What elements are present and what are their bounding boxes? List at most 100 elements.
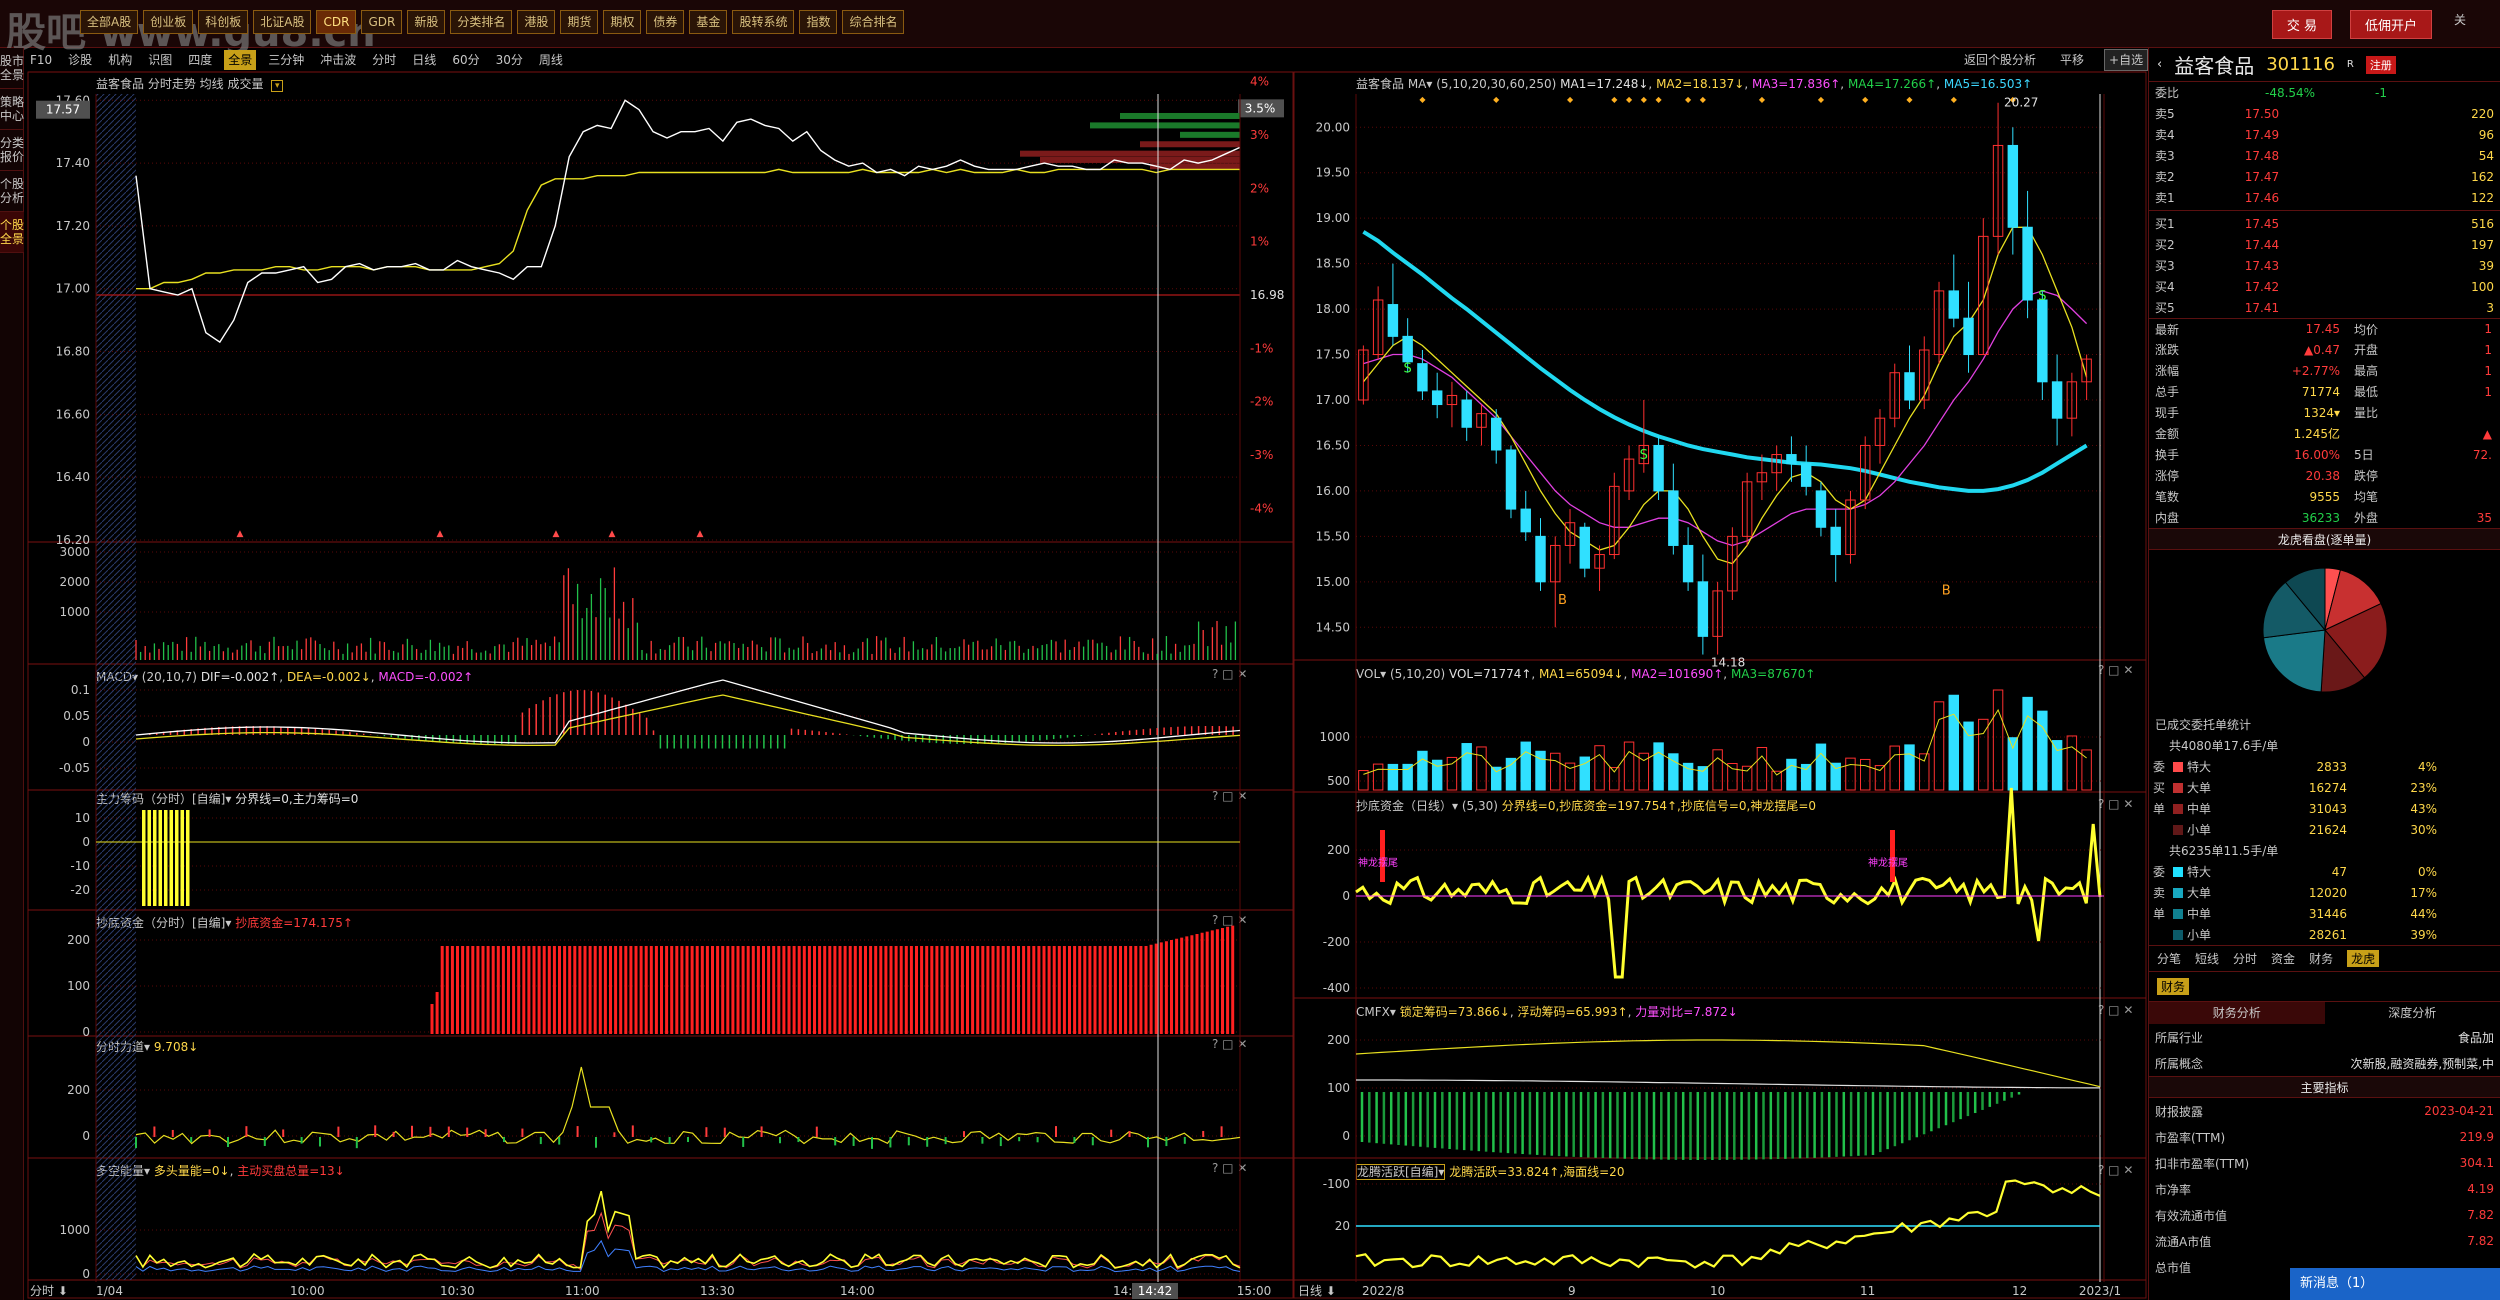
metric-value: 7.82 — [2467, 1234, 2494, 1248]
metric-row: 流通A市值 7.82 — [2149, 1228, 2500, 1254]
signal-bar — [1890, 830, 1895, 882]
signal-tag-label: 神龙摆尾 — [1868, 856, 1908, 869]
order-row[interactable]: 买1 17.45 516 — [2149, 213, 2500, 234]
prev-close-label: 16.98 — [1250, 288, 1284, 302]
chaodi-tick-label: 0 — [82, 1025, 90, 1039]
finance-tab[interactable]: 财务 — [2157, 978, 2190, 995]
order-row[interactable]: 卖3 17.48 54 — [2149, 145, 2500, 166]
stat-row: 涨幅 +2.77% 最高 1 — [2149, 360, 2500, 381]
daily-volume-bar — [1978, 718, 1989, 791]
candle-tick-label: 15.00 — [1316, 575, 1350, 589]
quote-stats: 最新 17.45 均价 1 涨跌 ▲0.47 开盘 1 涨幅 +2.77% 最高 1 总手 71774 最低… — [2149, 318, 2500, 528]
high-price-label: 20.27 — [2004, 96, 2038, 110]
chaodid-tick-label: -200 — [1323, 935, 1350, 949]
y-tick-label: 17.40 — [56, 156, 90, 170]
daily-volume-bar — [1786, 758, 1797, 791]
candle-body — [1963, 317, 1974, 356]
breakdown-pct: 39% — [2410, 927, 2437, 942]
stat-label: 总手 — [2155, 385, 2180, 399]
breakdown-pct: 30% — [2410, 822, 2437, 837]
chaodi-tick-label: 100 — [67, 979, 90, 993]
breakdown-type: 中单 — [2187, 802, 2212, 816]
back-arrow-icon[interactable]: ‹ — [2157, 57, 2162, 72]
breakdown-row: 单 中单 31446 44% — [2149, 903, 2500, 924]
panel-tab[interactable]: 财务 — [2309, 950, 2333, 967]
legend-swatch-icon — [2173, 908, 2183, 919]
pct-tick-label: -2% — [1250, 395, 1273, 409]
candle-tick-label: 20.00 — [1316, 120, 1350, 134]
trading-terminal: 股吧 www.gu8.cn 全部A股创业板科创板北证A股CDRGDR新股分类排名… — [0, 0, 2500, 1300]
panel-controls-icon: ? □ ✕ — [1212, 789, 1247, 803]
panel-controls-icon: ? □ ✕ — [2098, 1163, 2133, 1177]
panel-tab[interactable]: 分笔 — [2157, 950, 2181, 967]
candle-tick-label: 19.00 — [1316, 211, 1350, 225]
open-account-button[interactable]: 低佣开户 — [2349, 10, 2432, 39]
panel-tab[interactable]: 短线 — [2195, 950, 2219, 967]
panel-tab[interactable]: 分时 — [2233, 950, 2257, 967]
breakdown-count: 28261 — [2308, 927, 2347, 942]
stat-label: 笔数 — [2155, 490, 2180, 504]
metric-row: 有效流通市值 7.82 — [2149, 1202, 2500, 1228]
registration-badge: 注册 — [2365, 55, 2396, 74]
daily-volume-bar — [1904, 744, 1915, 791]
signal-diamond-icon: ◆ — [1818, 95, 1825, 104]
order-level: 买4 — [2155, 280, 2175, 294]
candle-tick-label: 17.50 — [1316, 348, 1350, 362]
breakdown-row: 委 特大 2833 4% — [2149, 756, 2500, 777]
signal-diamond-icon: ◆ — [1641, 95, 1648, 104]
breakdown-side: 卖 — [2153, 886, 2166, 900]
close-link[interactable]: 关 — [2450, 10, 2470, 39]
daily-volume-bar — [1992, 689, 2004, 791]
order-row[interactable]: 卖1 17.46 122 — [2149, 187, 2500, 208]
breakdown-count: 16274 — [2308, 780, 2347, 795]
metric-row: 扣非市盈率(TTM) 304.1 — [2149, 1150, 2500, 1176]
finance-subtabs: 财务分析 深度分析 — [2149, 1001, 2500, 1024]
stat-label: 涨停 — [2155, 469, 2180, 483]
stat-value-2: 1 — [2484, 342, 2492, 357]
signal-diamond-icon: ◆ — [1493, 95, 1500, 104]
stat-value-2: 1 — [2484, 322, 2492, 336]
order-row[interactable]: 卖4 17.49 96 — [2149, 124, 2500, 145]
metric-label: 财报披露 — [2155, 1104, 2204, 1119]
volp-tick-label: 500 — [1327, 774, 1350, 788]
legend-swatch-icon — [2173, 803, 2183, 814]
panel-controls-icon: ? □ ✕ — [2098, 1003, 2133, 1017]
candle-x-label: 9 — [1568, 1284, 1576, 1298]
trade-button[interactable]: 交 易 — [2271, 10, 2332, 39]
order-price: 17.41 — [2244, 300, 2280, 315]
order-row[interactable]: 买3 17.43 39 — [2149, 255, 2500, 276]
stat-row: 最新 17.45 均价 1 — [2149, 318, 2500, 339]
order-volume: 220 — [2471, 106, 2494, 121]
stat-label-2: 外盘 — [2354, 511, 2379, 525]
new-message-button[interactable]: 新消息（1） — [2290, 1268, 2500, 1300]
breakdown-pct: 0% — [2417, 864, 2437, 879]
order-row[interactable]: 买5 17.41 3 — [2149, 297, 2500, 318]
candle-body — [1653, 444, 1664, 492]
fenshi-line — [135, 1066, 1241, 1145]
stock-suffix: R — [2346, 59, 2354, 70]
panel-tab[interactable]: 龙虎 — [2347, 950, 2380, 967]
chaodid-tick-label: 200 — [1327, 843, 1350, 857]
volp-tick-label: 1000 — [1319, 730, 1350, 744]
order-row[interactable]: 买2 17.44 197 — [2149, 234, 2500, 255]
deep-analysis-tab[interactable]: 深度分析 — [2325, 1002, 2500, 1024]
daily-volume-bar — [2051, 740, 2063, 791]
panel-tab[interactable]: 资金 — [2271, 950, 2295, 967]
lhk-header: 龙虎看盘(逐单量) — [2149, 528, 2500, 550]
buy-signal-label: B — [1558, 593, 1567, 608]
x-tick-label: 13:30 — [700, 1284, 735, 1298]
order-row[interactable]: 卖2 17.47 162 — [2149, 166, 2500, 187]
order-row[interactable]: 卖5 17.50 220 — [2149, 103, 2500, 124]
metric-row: 市盈率(TTM) 219.9 — [2149, 1124, 2500, 1150]
candle-body — [2051, 381, 2063, 419]
macd-tick-label: -0.05 — [59, 761, 90, 775]
order-volume: 54 — [2478, 148, 2494, 163]
candle-body — [1461, 399, 1472, 428]
quote-side-panel: ‹ 益客食品 301116 R 注册 委比 -48.54% -1 卖5 17.50… — [2148, 48, 2500, 1300]
breakdown-row: 卖 大单 12020 17% — [2149, 882, 2500, 903]
finance-analysis-tab[interactable]: 财务分析 — [2149, 1002, 2325, 1024]
stat-label-2: 量比 — [2354, 406, 2379, 420]
charts-canvas: ? □ ✕ ? □ ✕ ? □ ✕ ? □ ✕ ? □ ✕ ? □ ✕ ? □ ✕ ? □ ✕… — [27, 71, 2147, 1299]
chaodi-tick-label: 200 — [67, 933, 90, 947]
order-row[interactable]: 买4 17.42 100 — [2149, 276, 2500, 297]
